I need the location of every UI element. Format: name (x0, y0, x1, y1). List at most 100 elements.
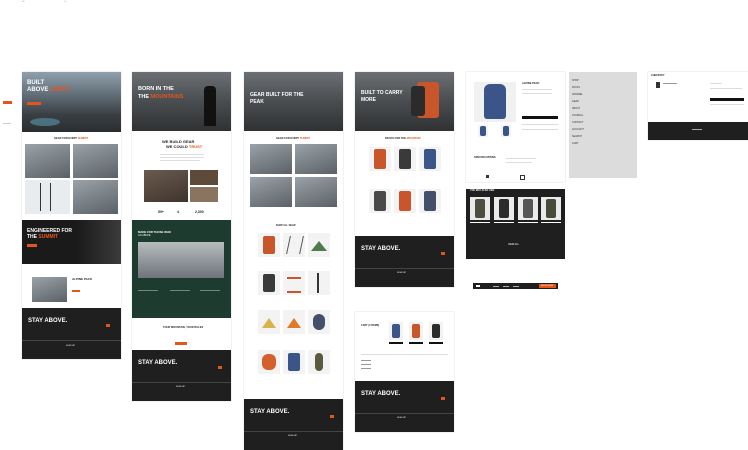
product-thumbnail[interactable] (501, 125, 511, 137)
menu-item[interactable]: CART (572, 142, 578, 146)
related-button[interactable] (518, 222, 538, 223)
pack-card[interactable] (394, 189, 416, 213)
related-card[interactable] (470, 197, 490, 220)
related-card[interactable] (541, 197, 561, 220)
category-tile[interactable] (250, 177, 292, 207)
backpack-icon (374, 191, 386, 211)
related-card[interactable] (518, 197, 538, 220)
nav-link[interactable] (503, 285, 509, 287)
pack-card[interactable] (369, 189, 391, 213)
product-card[interactable] (283, 310, 305, 334)
product-card[interactable] (308, 271, 330, 295)
newsletter-submit[interactable] (441, 397, 445, 400)
related-button[interactable] (470, 222, 490, 223)
backpack-icon (480, 126, 486, 136)
packs-footer-link[interactable]: SIGN UP (397, 272, 406, 274)
promo-image (32, 277, 67, 302)
footer-divider (355, 268, 454, 269)
home-hero: BUILT ABOVE LIMITS (22, 72, 121, 132)
newsletter-submit[interactable] (106, 324, 110, 327)
about-hero: BORN IN THE THE MOUNTAINS (132, 72, 231, 131)
checkout-button[interactable] (710, 98, 744, 101)
footer-divider (355, 413, 454, 414)
add-to-cart-button[interactable] (522, 116, 558, 119)
pack-card[interactable] (394, 147, 416, 171)
menu-item[interactable]: SEARCH (572, 135, 582, 139)
cart-item-button[interactable] (389, 342, 403, 344)
product-card[interactable] (258, 350, 280, 374)
menu-item[interactable]: JOURNAL (572, 114, 583, 118)
pack-card[interactable] (419, 189, 441, 213)
menu-item[interactable]: SHOP (572, 79, 579, 83)
tent-icon (311, 241, 327, 251)
menu-item[interactable]: GEAR (572, 100, 579, 104)
category-tile[interactable] (73, 144, 118, 178)
product-card[interactable] (308, 310, 330, 334)
product-card[interactable] (283, 271, 305, 295)
shop-section-title-b: SUMMIT (299, 137, 311, 140)
shop-footer-link[interactable]: SIGN UP (288, 435, 297, 437)
product-card[interactable] (308, 233, 330, 257)
product-card[interactable] (283, 350, 305, 374)
category-tile[interactable] (25, 144, 70, 178)
navbar-cta[interactable]: SHOP NOW (539, 284, 556, 288)
product-card[interactable] (283, 233, 305, 257)
pack-card[interactable] (419, 147, 441, 171)
backpack-icon (499, 199, 509, 218)
home-stay-above: STAY ABOVE. (28, 318, 68, 324)
menu-item[interactable]: APPAREL (572, 93, 583, 97)
menu-item[interactable]: CONTACT (572, 121, 583, 125)
category-tile[interactable] (295, 144, 337, 174)
footer-link[interactable] (692, 129, 702, 130)
promo-cta[interactable] (72, 290, 80, 292)
shop-stay-above: STAY ABOVE. (250, 409, 290, 415)
about-stat-2: 4 (177, 210, 179, 214)
pack-card[interactable] (369, 147, 391, 171)
nav-link[interactable] (513, 285, 519, 287)
trekking-pole-icon (50, 183, 52, 211)
product-main-image (474, 82, 516, 122)
home-hero-cta[interactable] (27, 102, 41, 105)
product-specs-title: SPECIFICATIONS (474, 156, 496, 159)
packs-stay-above: STAY ABOVE. (361, 246, 401, 252)
shop-screen: GEAR BUILT FOR THE PEAK GEAR FOR EVERY S… (244, 72, 343, 450)
category-tile[interactable] (295, 177, 337, 207)
cart-screen: CART (3 ITEMS) STAY ABOVE. SIGN UP (355, 312, 454, 432)
menu-item[interactable]: ACCOUNT (572, 128, 584, 132)
selection-marker[interactable] (3, 101, 12, 104)
cart-item-button[interactable] (429, 342, 443, 344)
nav-link[interactable] (493, 285, 499, 287)
cart-item[interactable] (409, 322, 423, 340)
product-card[interactable] (258, 233, 280, 257)
related-card[interactable] (494, 197, 514, 220)
about-hero-line2: THE MOUNTAINS (138, 94, 183, 100)
menu-item[interactable]: ABOUT (572, 107, 580, 111)
menu-item[interactable]: PACKS (572, 86, 580, 90)
cart-footer-link[interactable]: SIGN UP (397, 417, 406, 419)
cart-item-button[interactable] (409, 342, 423, 344)
related-view-all[interactable]: VIEW ALL (508, 243, 519, 247)
newsletter-submit[interactable] (330, 415, 334, 418)
home-footer-link[interactable]: SIGN UP (66, 345, 75, 347)
home-section-title-b: SUMMIT (77, 137, 89, 140)
category-tile[interactable] (25, 180, 70, 214)
newsletter-submit[interactable] (441, 252, 445, 255)
product-thumbnail[interactable] (478, 125, 488, 137)
shop-section-title: GEAR FOR EVERY SUMMIT (276, 137, 310, 140)
category-tile[interactable] (250, 144, 292, 174)
about-quote-cta[interactable] (175, 342, 187, 345)
category-tile[interactable] (73, 180, 118, 214)
newsletter-submit[interactable] (218, 366, 222, 369)
cart-item[interactable] (429, 322, 443, 340)
product-text-line (522, 93, 552, 94)
backpack-icon (424, 149, 436, 169)
product-card[interactable] (308, 350, 330, 374)
home-banner-cta[interactable] (27, 244, 37, 247)
related-button[interactable] (541, 222, 561, 223)
about-footer-link[interactable]: SIGN UP (176, 386, 185, 388)
backpack-icon (432, 324, 440, 338)
product-card[interactable] (258, 310, 280, 334)
related-button[interactable] (494, 222, 514, 223)
cart-item[interactable] (389, 322, 403, 340)
product-card[interactable] (258, 271, 280, 295)
